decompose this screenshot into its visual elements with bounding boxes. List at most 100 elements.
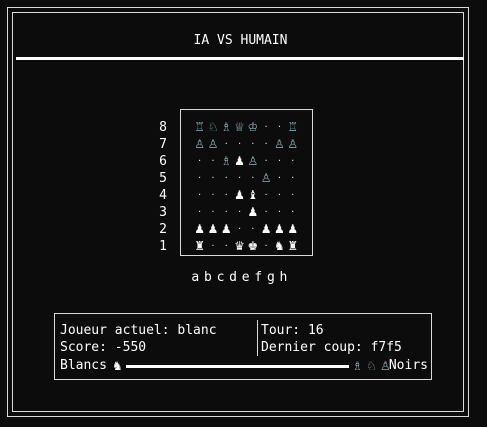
balance-fill xyxy=(126,365,349,368)
file-label-b: b xyxy=(203,270,212,285)
white-pawn-icon[interactable]: ♟ xyxy=(259,221,272,238)
empty-square-a5[interactable]: · xyxy=(193,170,206,187)
empty-square-f3[interactable]: · xyxy=(259,204,272,221)
white-pawn-icon[interactable]: ♟ xyxy=(246,204,259,221)
empty-square-a3[interactable]: · xyxy=(193,204,206,221)
empty-square-h3[interactable]: · xyxy=(286,204,299,221)
knight-icon: ♞ xyxy=(112,359,123,373)
empty-square-e5[interactable]: · xyxy=(246,170,259,187)
black-pawn-icon[interactable]: ♙ xyxy=(259,170,272,187)
empty-square-b4[interactable]: · xyxy=(206,187,219,204)
white-queen-icon[interactable]: ♛ xyxy=(233,238,246,255)
rank-label-2: 2 xyxy=(159,222,167,237)
file-label-e: e xyxy=(241,270,250,285)
black-bishop-icon[interactable]: ♗ xyxy=(220,119,233,136)
empty-square-b5[interactable]: · xyxy=(206,170,219,187)
board-grid[interactable]: ♖ ♘ ♗ ♕ ♔ · · ♖ ♙ ♙ · · · · ♙ ♙ · · ♗ ♟ ♙ · · · · · · · · ♙ · · · · · ♟ ♝ · · ·… xyxy=(193,119,299,255)
white-rook-icon[interactable]: ♜ xyxy=(286,238,299,255)
empty-square-g5[interactable]: · xyxy=(273,170,286,187)
black-rook-icon[interactable]: ♖ xyxy=(193,119,206,136)
empty-square-a6[interactable]: · xyxy=(193,153,206,170)
rank-label-5: 5 xyxy=(159,171,167,186)
empty-square-c1[interactable]: · xyxy=(220,238,233,255)
title-divider xyxy=(16,57,464,60)
material-balance: Blancs ♞ ♗ ♘ ♙ Noirs xyxy=(60,357,430,375)
empty-square-b6[interactable]: · xyxy=(206,153,219,170)
empty-square-b3[interactable]: · xyxy=(206,204,219,221)
black-queen-icon[interactable]: ♕ xyxy=(233,119,246,136)
balance-bar xyxy=(126,365,349,368)
file-label-g: g xyxy=(266,270,275,285)
white-pawn-icon[interactable]: ♟ xyxy=(233,187,246,204)
black-king-icon[interactable]: ♔ xyxy=(246,119,259,136)
white-pawn-icon[interactable]: ♟ xyxy=(273,221,286,238)
file-label-f: f xyxy=(254,270,263,285)
rank-label-3: 3 xyxy=(159,205,167,220)
score-text: Score: -550 xyxy=(60,340,147,355)
black-bishop-icon[interactable]: ♗ xyxy=(220,153,233,170)
empty-square-c5[interactable]: · xyxy=(220,170,233,187)
white-rook-icon[interactable]: ♜ xyxy=(193,238,206,255)
empty-square-c7[interactable]: · xyxy=(220,136,233,153)
empty-square-g8[interactable]: · xyxy=(273,119,286,136)
rank-label-7: 7 xyxy=(159,137,167,152)
empty-square-b1[interactable]: · xyxy=(206,238,219,255)
rank-label-4: 4 xyxy=(159,188,167,203)
empty-square-g6[interactable]: · xyxy=(273,153,286,170)
empty-square-d5[interactable]: · xyxy=(233,170,246,187)
empty-square-d2[interactable]: · xyxy=(233,221,246,238)
bishop-icon: ♗ xyxy=(352,359,363,373)
empty-square-h6[interactable]: · xyxy=(286,153,299,170)
current-player-text: Joueur actuel: blanc xyxy=(60,323,217,338)
black-pawn-icon[interactable]: ♙ xyxy=(246,153,259,170)
status-divider xyxy=(257,320,258,356)
file-label-a: a xyxy=(191,270,200,285)
black-pawn-icon[interactable]: ♙ xyxy=(286,136,299,153)
black-pawn-icon[interactable]: ♙ xyxy=(193,136,206,153)
black-pawn-icon[interactable]: ♙ xyxy=(273,136,286,153)
white-pawn-icon[interactable]: ♟ xyxy=(206,221,219,238)
chess-board[interactable]: ♖ ♘ ♗ ♕ ♔ · · ♖ ♙ ♙ · · · · ♙ ♙ · · ♗ ♟ ♙ · · · · · · · · ♙ · · · · · ♟ ♝ · · ·… xyxy=(180,109,313,256)
empty-square-e2[interactable]: · xyxy=(246,221,259,238)
white-king-icon[interactable]: ♚ xyxy=(246,238,259,255)
rank-label-1: 1 xyxy=(159,239,167,254)
empty-square-c4[interactable]: · xyxy=(220,187,233,204)
turn-text: Tour: 16 xyxy=(261,323,324,338)
empty-square-e7[interactable]: · xyxy=(246,136,259,153)
black-knight-icon[interactable]: ♘ xyxy=(206,119,219,136)
file-label-d: d xyxy=(229,270,237,285)
empty-square-a4[interactable]: · xyxy=(193,187,206,204)
rank-label-6: 6 xyxy=(159,154,167,169)
empty-square-h5[interactable]: · xyxy=(286,170,299,187)
empty-square-h4[interactable]: · xyxy=(286,187,299,204)
white-pawn-icon[interactable]: ♟ xyxy=(286,221,299,238)
last-move-text: Dernier coup: f7f5 xyxy=(261,340,402,355)
empty-square-f8[interactable]: · xyxy=(259,119,272,136)
file-label-c: c xyxy=(216,270,225,285)
empty-square-f4[interactable]: · xyxy=(259,187,272,204)
status-panel: Joueur actuel: blanc Tour: 16 Score: -55… xyxy=(54,313,432,380)
black-rook-icon[interactable]: ♖ xyxy=(286,119,299,136)
rank-label-8: 8 xyxy=(159,120,167,135)
empty-square-f6[interactable]: · xyxy=(259,153,272,170)
black-pawn-icon[interactable]: ♙ xyxy=(206,136,219,153)
black-label: Noirs xyxy=(388,358,428,373)
empty-square-g4[interactable]: · xyxy=(273,187,286,204)
empty-square-c3[interactable]: · xyxy=(220,204,233,221)
white-bishop-icon[interactable]: ♝ xyxy=(246,187,259,204)
file-label-h: h xyxy=(279,270,288,285)
white-knight-icon[interactable]: ♞ xyxy=(273,238,286,255)
empty-square-f1[interactable]: · xyxy=(259,238,272,255)
white-pawn-icon[interactable]: ♟ xyxy=(193,221,206,238)
file-labels: abcdefgh xyxy=(189,270,290,285)
white-pawn-icon[interactable]: ♟ xyxy=(233,153,246,170)
empty-square-f7[interactable]: · xyxy=(259,136,272,153)
rank-labels: 8 7 6 5 4 3 2 1 xyxy=(155,119,167,255)
game-title: IA VS HUMAIN xyxy=(193,33,288,48)
knight-icon: ♘ xyxy=(366,359,377,373)
white-label: Blancs xyxy=(60,358,107,373)
white-pawn-icon[interactable]: ♟ xyxy=(220,221,233,238)
empty-square-d3[interactable]: · xyxy=(233,204,246,221)
empty-square-d7[interactable]: · xyxy=(233,136,246,153)
empty-square-g3[interactable]: · xyxy=(273,204,286,221)
